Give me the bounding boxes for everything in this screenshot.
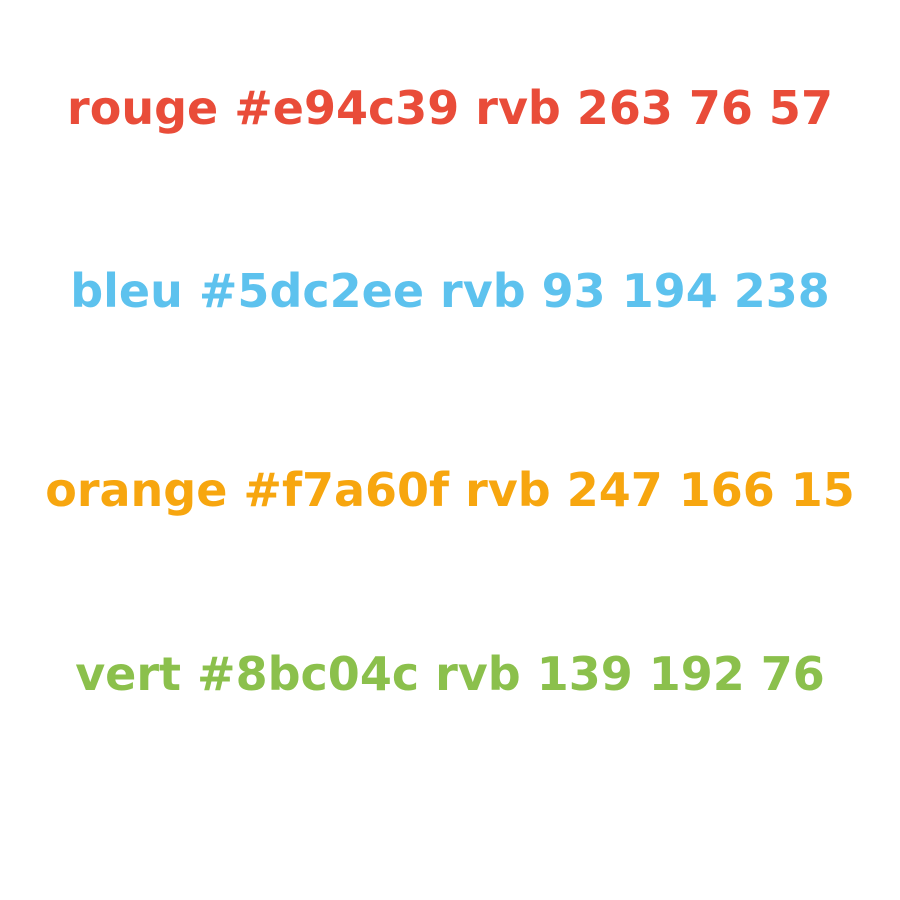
color-label-vert: vert #8bc04c rvb 139 192 76	[75, 647, 825, 701]
color-label-rouge: rouge #e94c39 rvb 263 76 57	[67, 81, 833, 135]
color-label-bleu: bleu #5dc2ee rvb 93 194 238	[70, 264, 830, 318]
color-label-orange: orange #f7a60f rvb 247 166 15	[45, 463, 855, 517]
